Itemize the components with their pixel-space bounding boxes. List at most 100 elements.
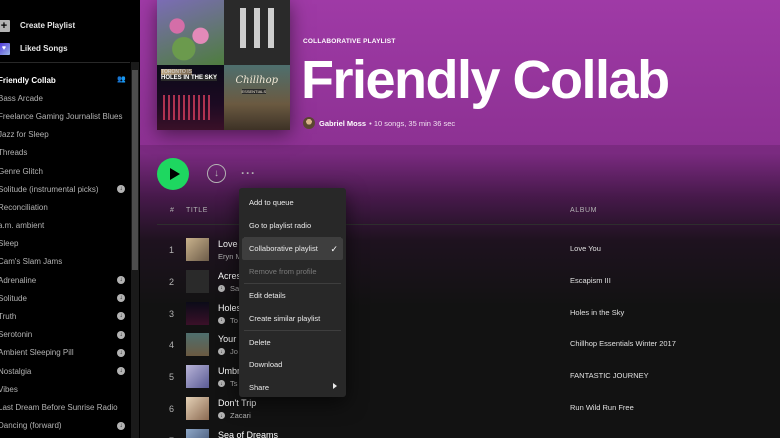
menu-item[interactable]: Edit details — [242, 284, 343, 307]
sidebar-playlist-item[interactable]: Vibes — [0, 380, 130, 398]
chevron-right-icon — [333, 383, 337, 390]
sidebar-playlist-label: Dancing (forward) — [0, 421, 62, 431]
downloaded-icon: ↓ — [117, 185, 125, 194]
sidebar-playlist-label: a.m. ambient — [0, 221, 45, 231]
sidebar-scroll-thumb[interactable] — [132, 70, 138, 270]
playlist-meta: Gabriel Moss • 10 songs, 35 min 36 sec — [303, 117, 455, 129]
sidebar-playlist-item[interactable]: Genre Glitch — [0, 162, 130, 180]
sidebar-divider — [0, 62, 130, 63]
sidebar-playlist-item[interactable]: Freelance Gaming Journalist Blues — [0, 107, 130, 125]
album-thumbnail — [186, 238, 209, 261]
track-artist[interactable]: Sa — [230, 284, 239, 293]
download-button[interactable]: ↓ — [207, 164, 226, 183]
sidebar-playlist-item[interactable]: a.m. ambient — [0, 217, 130, 235]
sidebar-playlist-label: Serotonin — [0, 330, 33, 340]
sidebar-playlist-item[interactable]: Dancing (forward) ↓ — [0, 417, 130, 435]
more-options-button[interactable]: ··· — [241, 166, 256, 180]
sidebar-playlist-label: Truth — [0, 312, 17, 322]
column-header-album[interactable]: ALBUM — [570, 207, 597, 214]
track-number: 1 — [169, 245, 175, 255]
cover-tile-chillhop: Chillhop ESSENTIALS — [223, 65, 290, 130]
column-header-title[interactable]: TITLE — [186, 207, 208, 214]
owner-link[interactable]: Gabriel Moss — [319, 119, 366, 128]
menu-item-label: Collaborative playlist — [249, 244, 318, 254]
menu-item[interactable]: Go to playlist radio — [242, 214, 343, 237]
menu-item: Remove from profile — [242, 260, 343, 283]
track-title[interactable]: Acres — [218, 271, 241, 281]
sidebar-playlist-label: Cam's Slam Jams — [0, 257, 63, 267]
check-icon: ✓ — [330, 243, 338, 254]
menu-item[interactable]: Create similar playlist — [242, 307, 343, 330]
playlist-cover[interactable]: TORONTO IS HOLES IN THE SKY Chillhop ESS… — [157, 0, 290, 130]
track-title[interactable]: Don't Trip — [218, 398, 256, 408]
menu-item-label: Download — [249, 360, 283, 370]
downloaded-icon: ↓ — [117, 312, 125, 321]
cover-text: HOLES IN THE SKY — [161, 75, 218, 81]
sidebar-playlist-label: Solitude — [0, 293, 27, 303]
album-thumbnail — [186, 301, 209, 325]
track-number: 4 — [169, 340, 175, 351]
sidebar-playlist-item[interactable]: Adrenaline ↓ — [0, 271, 130, 289]
menu-item-label: Edit details — [249, 291, 286, 301]
track-artist-line: ↓ Sa — [218, 284, 239, 293]
track-title[interactable]: Love — [218, 239, 238, 249]
track-artist[interactable]: Ts — [230, 379, 238, 388]
cover-text: Chillhop — [235, 75, 279, 86]
track-album[interactable]: Love You — [570, 244, 601, 253]
cover-bar — [239, 8, 246, 48]
track-title[interactable]: Umbr — [218, 366, 240, 376]
track-artist[interactable]: To — [230, 316, 238, 325]
context-menu: Add to queue Go to playlist radio Collabor… — [239, 188, 346, 397]
menu-item[interactable]: Share — [242, 376, 343, 399]
menu-item[interactable]: Download — [242, 354, 343, 377]
sidebar-playlist-item[interactable]: Last Dream Before Sunrise Radio — [0, 398, 130, 416]
track-album[interactable]: Run Wild Run Free — [570, 403, 634, 412]
track-album[interactable]: Chillhop Essentials Winter 2017 — [570, 339, 676, 348]
track-title[interactable]: Holes — [218, 303, 241, 313]
sidebar-playlist-item[interactable]: Jazz for Sleep — [0, 126, 130, 144]
sidebar-playlist-label: Solitude (instrumental picks) — [0, 184, 99, 194]
play-button[interactable] — [157, 158, 189, 190]
sidebar-playlist-label: Freelance Gaming Journalist Blues — [0, 111, 123, 121]
playlist-stats: • 10 songs, 35 min 36 sec — [369, 118, 456, 128]
menu-item-label: Go to playlist radio — [249, 220, 312, 230]
track-artist[interactable]: Jo — [230, 347, 238, 356]
create-playlist-button[interactable]: + Create Playlist — [0, 14, 140, 37]
sidebar-scrollbar[interactable] — [131, 62, 139, 438]
sidebar-playlist-item[interactable]: Solitude (instrumental picks) ↓ — [0, 180, 130, 198]
track-album[interactable]: FANTASTIC JOURNEY — [570, 371, 649, 380]
menu-item[interactable]: Add to queue — [242, 191, 343, 214]
page-title[interactable]: Friendly Collab — [301, 50, 670, 110]
album-thumbnail — [186, 365, 209, 389]
track-artist-line: ↓ Zacari — [218, 411, 251, 420]
sidebar-playlist-label: Reconciliation — [0, 202, 48, 212]
track-album[interactable]: Escapism III — [570, 276, 611, 285]
liked-songs-label: Liked Songs — [20, 44, 68, 53]
sidebar-playlist-item[interactable]: Threads — [0, 144, 130, 162]
sidebar-playlist-item[interactable]: Friendly Collab 👥 — [0, 71, 130, 89]
track-title[interactable]: Your — [218, 334, 236, 344]
sidebar-playlist-item[interactable]: Nostalgia ↓ — [0, 362, 130, 380]
liked-songs-button[interactable]: ♥ Liked Songs — [0, 37, 140, 60]
downloaded-icon: ↓ — [218, 316, 225, 324]
sidebar-playlist-item[interactable]: Ambient Sleeping Pill ↓ — [0, 344, 130, 362]
track-number: 3 — [169, 308, 175, 319]
track-number: 5 — [169, 372, 175, 383]
sidebar-playlist-item[interactable]: Truth ↓ — [0, 307, 130, 325]
sidebar-playlist-item[interactable]: Bass Arcade — [0, 89, 130, 107]
menu-item[interactable]: Delete — [242, 331, 343, 354]
track-album[interactable]: Holes in the Sky — [570, 308, 624, 317]
sidebar-playlist-item[interactable]: Reconciliation — [0, 198, 130, 216]
create-playlist-label: Create Playlist — [20, 21, 76, 30]
track-title[interactable]: Sea of Dreams — [218, 430, 278, 438]
sidebar-playlist-label: Sleep — [0, 239, 19, 249]
sidebar-playlist-item[interactable]: Serotonin ↓ — [0, 326, 130, 344]
album-thumbnail — [186, 397, 209, 420]
menu-item[interactable]: Collaborative playlist ✓ — [242, 237, 343, 261]
track-artist[interactable]: Zacari — [230, 411, 251, 420]
sidebar-playlist-item[interactable]: Solitude ↓ — [0, 289, 130, 307]
sidebar-playlist-item[interactable]: Cam's Slam Jams — [0, 253, 130, 271]
table-row[interactable]: 7Sea of Dreams — [157, 426, 780, 438]
menu-item-label: Delete — [249, 337, 271, 347]
sidebar-playlist-item[interactable]: Sleep — [0, 235, 130, 253]
